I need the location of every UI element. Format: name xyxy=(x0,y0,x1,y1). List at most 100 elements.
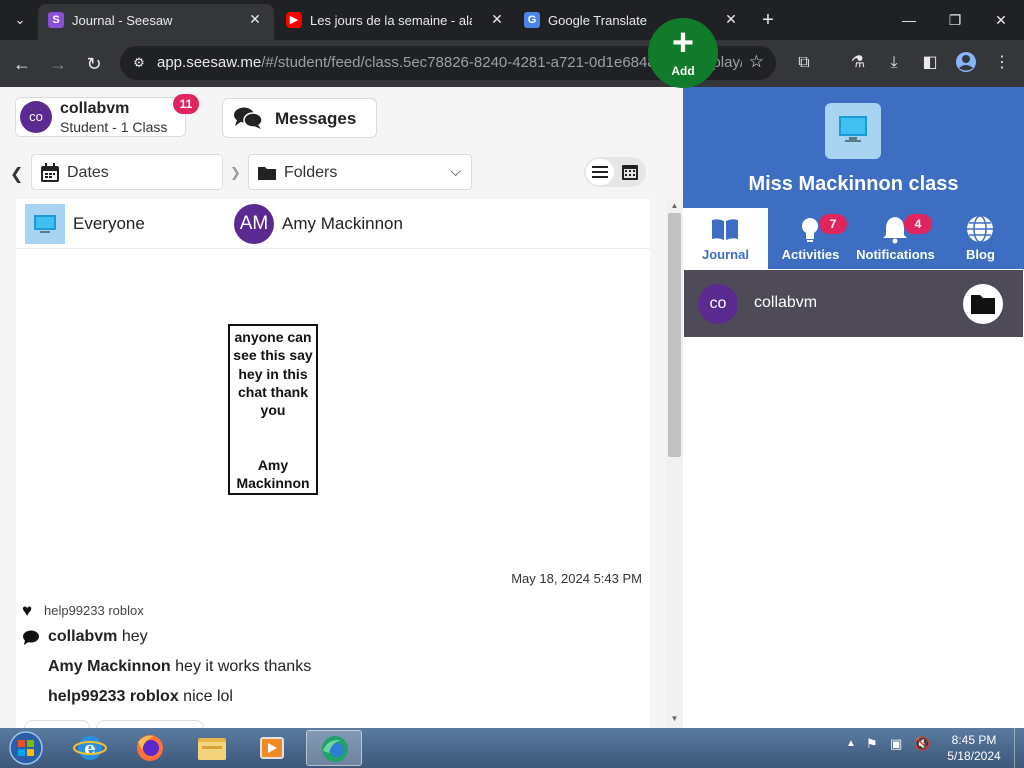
network-icon[interactable]: ▣ xyxy=(890,736,902,752)
clock-date: 5/18/2024 xyxy=(947,749,1001,763)
chevron-right-icon: ❯ xyxy=(230,165,241,180)
student-row[interactable]: co collabvm xyxy=(684,270,1023,337)
system-tray: ▲ ⚑ ▣ 🔇 xyxy=(840,732,940,762)
close-tab-icon[interactable]: ✕ xyxy=(488,10,506,28)
tab-activities[interactable]: 7 Activities xyxy=(768,208,853,269)
journal-feed-pane: co collabvm Student - 1 Class 11 Message… xyxy=(0,87,683,728)
avatar: co xyxy=(20,101,52,133)
tab-blog[interactable]: Blog xyxy=(938,208,1023,269)
activities-badge: 7 xyxy=(819,214,847,234)
tab-journal-seesaw[interactable]: S Journal - Seesaw ✕ xyxy=(38,4,274,40)
edge-browser-icon[interactable] xyxy=(306,730,362,766)
folders-dropdown[interactable]: Folders ⌵ xyxy=(248,154,472,190)
folder-icon xyxy=(971,295,995,314)
show-desktop-button[interactable] xyxy=(1014,728,1024,768)
dates-label: Dates xyxy=(67,164,109,181)
close-window-icon[interactable]: ✕ xyxy=(984,8,1018,32)
profile-icon[interactable] xyxy=(954,51,978,75)
close-tab-icon[interactable]: ✕ xyxy=(246,10,264,28)
post-action-button[interactable] xyxy=(24,720,90,728)
new-tab-icon[interactable]: + xyxy=(758,8,778,32)
file-explorer-icon[interactable] xyxy=(184,730,240,766)
avatar: co xyxy=(698,284,738,324)
windows-taskbar: e ▲ ⚑ ▣ 🔇 8:45 PM 5/18/2024 xyxy=(0,728,1024,768)
user-name: collabvm xyxy=(60,100,130,117)
user-subtitle: Student - 1 Class xyxy=(60,119,168,135)
post-timestamp: May 18, 2024 5:43 PM xyxy=(511,571,642,586)
menu-kebab-icon[interactable]: ⋮ xyxy=(990,51,1014,75)
comment-item: Amy Mackinnon hey it works thanks xyxy=(48,658,312,675)
taskbar-clock[interactable]: 8:45 PM 5/18/2024 xyxy=(938,732,1010,764)
browser-toolbar: ← → ↻ ⚙ app.seesaw.me/#/student/feed/cla… xyxy=(0,40,1024,87)
comment-item: help99233 roblox nice lol xyxy=(48,688,233,705)
youtube-icon: ▶ xyxy=(286,12,302,28)
user-notification-badge: 11 xyxy=(173,94,199,114)
download-icon[interactable]: ⤓ xyxy=(882,51,906,75)
tray-expand-icon[interactable]: ▲ xyxy=(846,738,856,749)
class-panel: Miss Mackinnon class Journal 7 Activitie… xyxy=(683,87,1024,728)
media-player-icon[interactable] xyxy=(244,730,300,766)
student-folder-button[interactable] xyxy=(963,284,1003,324)
firefox-icon[interactable] xyxy=(122,730,178,766)
tab-search-dropdown-icon[interactable]: ⌄ xyxy=(8,6,32,34)
audience-label: Everyone xyxy=(73,214,145,233)
calendar-icon xyxy=(41,163,59,182)
class-thumbnail-icon xyxy=(25,204,65,244)
add-label: Add xyxy=(671,64,695,78)
messages-button[interactable]: Messages xyxy=(222,98,377,138)
back-arrow-icon[interactable]: ← xyxy=(8,50,36,78)
view-toggle xyxy=(584,157,646,187)
scrollbar-thumb[interactable] xyxy=(668,213,681,457)
globe-icon xyxy=(967,215,993,243)
tab-youtube[interactable]: ▶ Les jours de la semaine - alain ✕ xyxy=(276,4,514,40)
seesaw-icon: S xyxy=(48,12,64,28)
extensions-icon[interactable]: ⧉ xyxy=(792,51,816,75)
heart-icon[interactable]: ♥ xyxy=(22,601,32,621)
book-icon xyxy=(712,219,738,240)
labs-flask-icon[interactable]: ⚗ xyxy=(846,51,870,75)
site-info-icon[interactable]: ⚙ xyxy=(130,54,148,72)
chevron-left-icon[interactable]: ❮ xyxy=(10,165,26,185)
post-action-button[interactable] xyxy=(96,720,204,728)
calendar-view-icon[interactable] xyxy=(616,159,644,185)
restore-icon[interactable]: ❐ xyxy=(938,8,972,32)
reload-icon[interactable]: ↻ xyxy=(80,50,108,78)
post-note-image[interactable]: anyone can see this say hey in this chat… xyxy=(228,324,318,495)
author-avatar: AM xyxy=(234,204,274,244)
chat-bubbles-icon xyxy=(234,107,263,129)
author-name[interactable]: Amy Mackinnon xyxy=(282,214,403,234)
folders-label: Folders xyxy=(284,164,338,181)
list-view-icon[interactable] xyxy=(586,159,614,185)
class-computer-icon xyxy=(825,103,881,159)
tab-notifications[interactable]: 4 Notifications xyxy=(853,208,938,269)
tab-label: Notifications xyxy=(856,247,935,262)
scroll-down-arrow-icon[interactable]: ▼ xyxy=(668,714,681,724)
class-header: Miss Mackinnon class xyxy=(683,87,1024,208)
comment-bubble-icon[interactable] xyxy=(22,629,40,647)
volume-muted-icon[interactable]: 🔇 xyxy=(914,736,930,752)
side-panel-icon[interactable]: ◧ xyxy=(918,51,942,75)
likes-by-text: help99233 roblox xyxy=(44,603,144,618)
user-chip[interactable]: co collabvm Student - 1 Class xyxy=(15,97,186,137)
plus-icon: + xyxy=(671,22,695,64)
bookmark-star-icon[interactable]: ☆ xyxy=(749,52,764,72)
add-button[interactable]: + Add xyxy=(648,18,718,88)
dates-filter-button[interactable]: Dates xyxy=(31,154,223,190)
class-tabs: Journal 7 Activities 4 Notifications Blo… xyxy=(683,208,1024,269)
notifications-badge: 4 xyxy=(904,214,932,234)
forward-arrow-icon[interactable]: → xyxy=(44,50,72,78)
post-header: Everyone AM Amy Mackinnon xyxy=(16,199,650,249)
folder-icon xyxy=(258,167,276,180)
tab-label: Activities xyxy=(781,247,840,262)
clock-time: 8:45 PM xyxy=(951,733,997,747)
chevron-down-icon: ⌵ xyxy=(450,163,461,179)
start-orb-icon[interactable] xyxy=(6,729,46,767)
flag-icon[interactable]: ⚑ xyxy=(866,736,878,752)
scroll-up-arrow-icon[interactable]: ▲ xyxy=(668,201,681,211)
close-tab-icon[interactable]: ✕ xyxy=(722,10,740,28)
internet-explorer-icon[interactable]: e xyxy=(62,730,118,766)
note-signature: Amy Mackinnon xyxy=(236,457,310,492)
messages-label: Messages xyxy=(275,109,357,128)
minimize-icon[interactable]: — xyxy=(892,8,926,32)
tab-journal[interactable]: Journal xyxy=(683,208,768,269)
